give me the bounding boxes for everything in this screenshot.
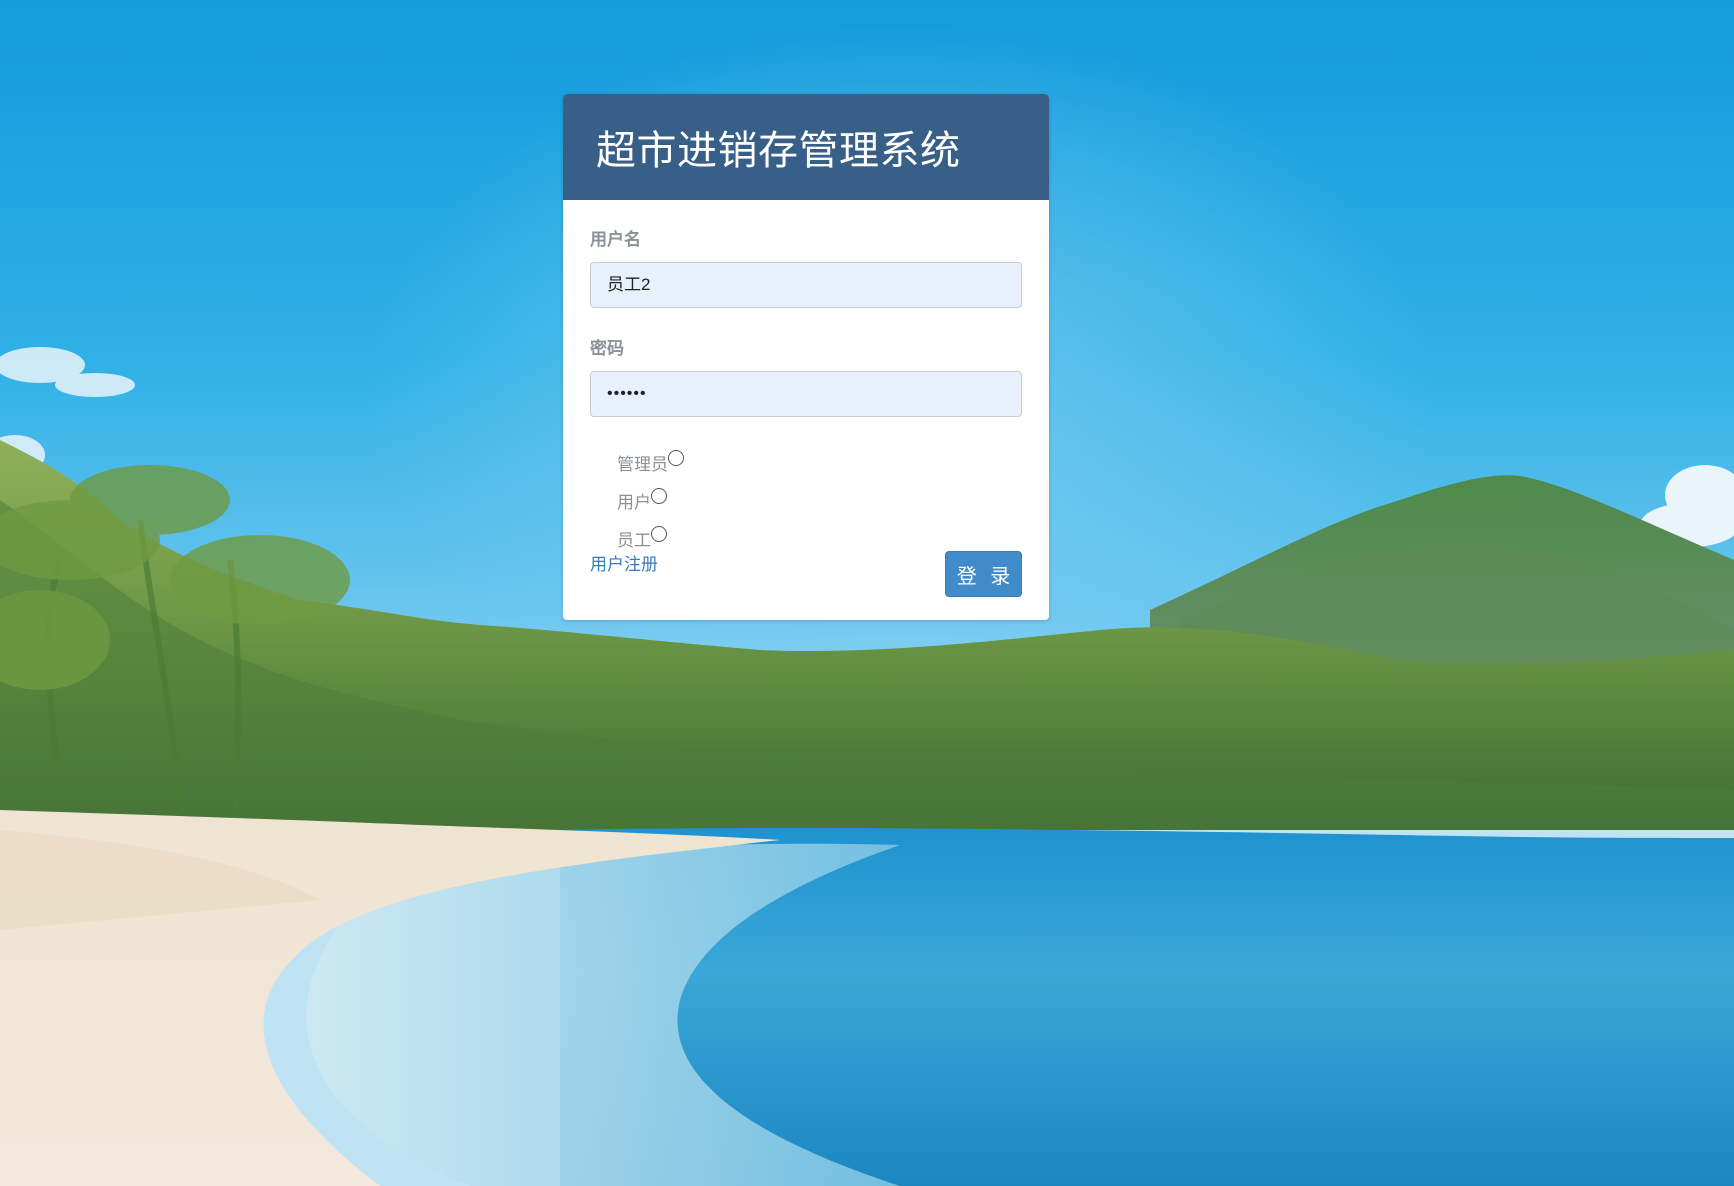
panel-header: 超市进销存管理系统	[563, 94, 1049, 200]
role-option-user[interactable]: 用户	[617, 481, 1022, 519]
login-button[interactable]: 登 录	[945, 551, 1022, 597]
role-radio-group: 管理员 用户 员工	[590, 443, 1022, 557]
role-option-admin[interactable]: 管理员	[617, 443, 1022, 481]
role-label-admin: 管理员	[617, 454, 668, 475]
radio-user[interactable]	[651, 488, 667, 504]
register-link[interactable]: 用户注册	[590, 550, 658, 575]
role-label-employee: 员工	[617, 530, 651, 551]
password-label: 密码	[590, 339, 624, 359]
username-input[interactable]: 员工2	[590, 262, 1022, 308]
app-title: 超市进销存管理系统	[596, 129, 961, 173]
radio-admin[interactable]	[668, 450, 684, 466]
username-label: 用户名	[590, 230, 641, 250]
radio-employee[interactable]	[651, 526, 667, 542]
login-form: 用户名 员工2 密码 •••••• 管理员 用户 员工 用户注册 登 录	[563, 200, 1049, 620]
role-label-user: 用户	[617, 492, 651, 513]
password-input[interactable]: ••••••	[590, 371, 1022, 417]
login-panel: 超市进销存管理系统 用户名 员工2 密码 •••••• 管理员 用户 员工 用户…	[563, 94, 1049, 620]
